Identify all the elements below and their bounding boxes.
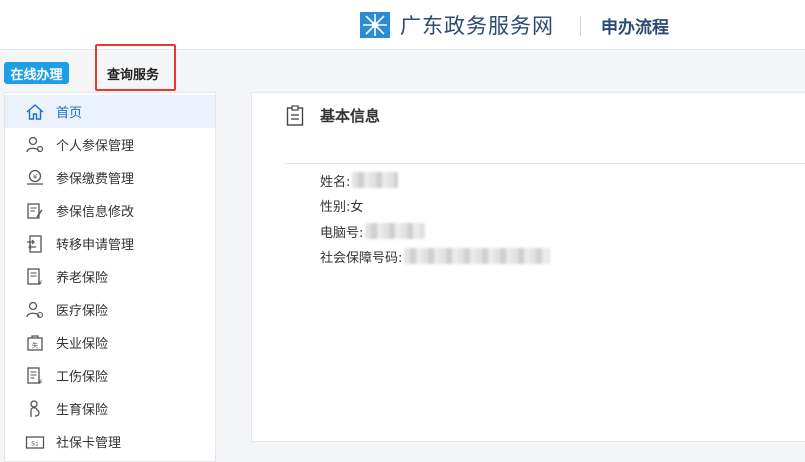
transfer-icon: [27, 234, 42, 253]
sidebar-item-label: 首页: [56, 106, 83, 121]
brand[interactable]: 广东政务服务网: [360, 10, 554, 40]
gender-row: 性别: 女: [320, 195, 363, 215]
sidebar-item-medical[interactable]: 医疗保险: [5, 293, 215, 326]
basic-info-panel: 基本信息 姓名: 性别: 女 电脑号: 社会保障号码:: [251, 92, 805, 442]
tab-query-service[interactable]: 查询服务: [107, 64, 159, 83]
name-label: 姓名:: [320, 174, 351, 190]
computer-no-label: 电脑号:: [320, 225, 364, 241]
sidebar-item-label: 转移申请管理: [56, 238, 135, 253]
svg-text:失: 失: [32, 340, 39, 349]
home-icon: [26, 103, 44, 120]
name-row: 姓名:: [320, 170, 399, 190]
svg-text:¥: ¥: [33, 173, 38, 181]
sidebar-item-home[interactable]: 首页: [5, 95, 215, 128]
clipboard-icon: [286, 105, 304, 126]
unemployment-icon: 失: [27, 334, 43, 351]
svg-text:¥: ¥: [38, 279, 43, 287]
sidebar-item-label: 失业保险: [56, 337, 109, 352]
sidebar-item-si-card[interactable]: Si 社保卡管理: [5, 425, 215, 458]
header-separator: [580, 16, 581, 36]
medical-user-icon: [26, 301, 44, 318]
sidebar-item-info-edit[interactable]: 参保信息修改: [5, 194, 215, 227]
snowflake-grid-logo: [360, 12, 390, 38]
sidebar-item-unemployment[interactable]: 失 失业保险: [5, 326, 215, 359]
sidebar-item-label: 社保卡管理: [56, 436, 122, 451]
edit-doc-icon: [27, 202, 43, 219]
sidebar-item-transfer[interactable]: 转移申请管理: [5, 227, 215, 260]
name-value-redacted: [352, 172, 399, 188]
sidebar: 首页 个人参保管理 ¥ 参保缴费管理 参保信息修改 转移申请管理 ¥ 养老保险 …: [4, 92, 216, 462]
si-card-icon: Si: [25, 435, 45, 449]
section-title: 基本信息: [320, 107, 381, 125]
ssn-value-redacted: [404, 248, 551, 264]
section-divider: [284, 163, 805, 164]
sidebar-item-work-injury[interactable]: ¥ 工伤保险: [5, 359, 215, 392]
sidebar-item-label: 参保信息修改: [56, 205, 135, 220]
svg-text:¥: ¥: [38, 378, 43, 386]
site-title: 广东政务服务网: [400, 14, 554, 38]
payment-icon: ¥: [27, 169, 43, 185]
tab-online-service[interactable]: 在线办理: [4, 62, 69, 84]
sidebar-item-maternity[interactable]: 生育保险: [5, 392, 215, 425]
sidebar-item-label: 养老保险: [56, 271, 109, 286]
computer-no-value-redacted: [365, 223, 426, 239]
pension-doc-icon: ¥: [27, 267, 43, 287]
sidebar-item-payment[interactable]: ¥ 参保缴费管理: [5, 161, 215, 194]
sidebar-item-label: 工伤保险: [56, 370, 109, 385]
sidebar-item-label: 医疗保险: [56, 304, 109, 319]
sidebar-item-pension[interactable]: ¥ 养老保险: [5, 260, 215, 293]
ssn-label: 社会保障号码:: [320, 250, 403, 266]
user-gear-icon: [26, 136, 44, 152]
sidebar-item-personal-insurance[interactable]: 个人参保管理: [5, 128, 215, 161]
top-header: 广东政务服务网 申办流程: [0, 0, 805, 50]
ssn-row: 社会保障号码:: [320, 246, 551, 266]
gender-label: 性别:: [320, 199, 351, 215]
sidebar-item-label: 参保缴费管理: [56, 172, 135, 187]
svg-text:Si: Si: [31, 439, 39, 447]
sidebar-item-label: 个人参保管理: [56, 139, 135, 154]
process-link[interactable]: 申办流程: [601, 13, 669, 38]
gender-value: 女: [350, 199, 364, 215]
injury-doc-icon: ¥: [27, 366, 43, 386]
maternity-icon: [30, 399, 40, 417]
sidebar-item-label: 生育保险: [56, 403, 109, 418]
computer-no-row: 电脑号:: [320, 221, 426, 241]
